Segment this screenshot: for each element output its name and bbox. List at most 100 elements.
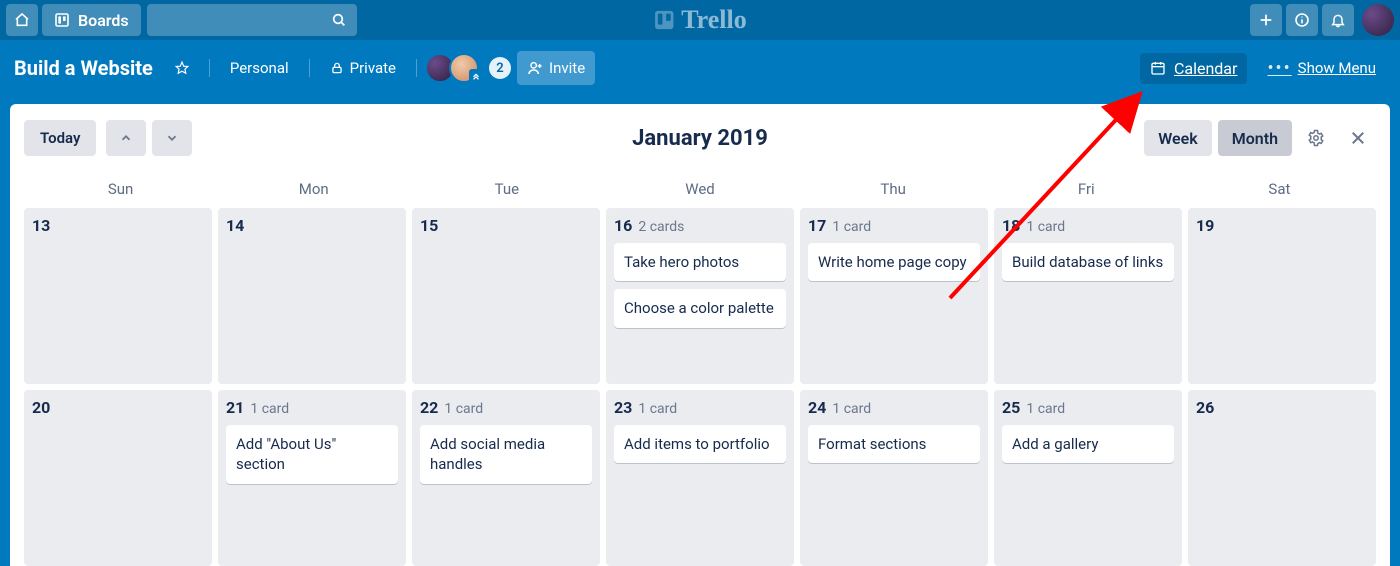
calendar-grid: 13 14 15 16 2 cards Take hero photos Choose a …: [24, 208, 1376, 566]
day-number: 17: [808, 216, 826, 235]
day-number: 25: [1002, 398, 1020, 417]
calendar-powerup-button[interactable]: Calendar: [1140, 53, 1247, 84]
day-number: 23: [614, 398, 632, 417]
boards-button[interactable]: Boards: [42, 4, 141, 36]
day-number: 16: [614, 216, 632, 235]
calendar-panel: Today January 2019 Week Month SunMonTueW…: [10, 104, 1390, 566]
day-card-count: 1 card: [832, 219, 871, 235]
calendar-day-cell[interactable]: 20: [24, 390, 212, 566]
add-member-icon: [527, 60, 543, 76]
home-icon: [14, 12, 30, 28]
day-number: 26: [1196, 398, 1214, 417]
board-header: Build a Website Personal Private 2 Invit…: [0, 40, 1400, 96]
month-title: January 2019: [632, 126, 768, 151]
global-header: Boards Trello: [0, 0, 1400, 40]
calendar-day-cell[interactable]: 19: [1188, 208, 1376, 384]
calendar-card[interactable]: Choose a color palette: [614, 289, 786, 327]
member-badge-icon: [469, 69, 483, 83]
day-card-count: 1 card: [638, 401, 677, 417]
search-icon: [331, 12, 347, 28]
calendar-card[interactable]: Add "About Us" section: [226, 425, 398, 484]
trello-logo-text: Trello: [681, 5, 746, 35]
close-icon: [1349, 129, 1367, 147]
star-button[interactable]: [165, 51, 199, 85]
calendar-icon: [1150, 60, 1166, 76]
day-number: 19: [1196, 216, 1214, 235]
weekday-header-row: SunMonTueWedThuFriSat: [24, 172, 1376, 208]
day-number: 20: [32, 398, 50, 417]
home-button[interactable]: [6, 4, 38, 36]
calendar-toolbar: Today January 2019 Week Month: [24, 118, 1376, 158]
show-menu-button[interactable]: ••• Show Menu: [1257, 51, 1386, 85]
calendar-day-cell[interactable]: 24 1 card Format sections: [800, 390, 988, 566]
weekday-header: Fri: [990, 172, 1183, 208]
today-button[interactable]: Today: [24, 120, 96, 156]
settings-button[interactable]: [1298, 120, 1334, 156]
lock-icon: [330, 61, 344, 75]
invite-label: Invite: [549, 59, 585, 77]
board-members[interactable]: 2: [431, 53, 511, 83]
create-button[interactable]: [1250, 4, 1282, 36]
trello-logo-icon: [653, 9, 675, 31]
day-card-count: 2 cards: [638, 219, 684, 235]
day-number: 21: [226, 398, 244, 417]
day-number: 14: [226, 216, 244, 235]
calendar-day-cell[interactable]: 25 1 card Add a gallery: [994, 390, 1182, 566]
board-title[interactable]: Build a Website: [14, 56, 153, 80]
user-avatar[interactable]: [1362, 4, 1394, 36]
bell-icon: [1330, 12, 1346, 28]
prev-button[interactable]: [106, 120, 146, 156]
calendar-day-cell[interactable]: 23 1 card Add items to portfolio: [606, 390, 794, 566]
calendar-day-cell[interactable]: 26: [1188, 390, 1376, 566]
team-visibility[interactable]: Personal: [220, 51, 299, 85]
weekday-header: Mon: [217, 172, 410, 208]
info-icon: [1294, 12, 1310, 28]
day-number: 15: [420, 216, 438, 235]
privacy-visibility[interactable]: Private: [320, 51, 406, 85]
weekday-header: Sat: [1183, 172, 1376, 208]
calendar-card[interactable]: Write home page copy: [808, 243, 980, 281]
day-card-count: 1 card: [1026, 219, 1065, 235]
day-number: 13: [32, 216, 50, 235]
chevron-down-icon: [165, 131, 179, 145]
invite-button[interactable]: Invite: [517, 51, 595, 85]
boards-icon: [54, 12, 70, 28]
calendar-day-cell[interactable]: 13: [24, 208, 212, 384]
calendar-card[interactable]: Add a gallery: [1002, 425, 1174, 463]
weekday-header: Wed: [603, 172, 796, 208]
weekday-header: Thu: [797, 172, 990, 208]
calendar-card[interactable]: Add items to portfolio: [614, 425, 786, 463]
gear-icon: [1307, 129, 1325, 147]
calendar-day-cell[interactable]: 17 1 card Write home page copy: [800, 208, 988, 384]
show-menu-label: Show Menu: [1298, 59, 1376, 77]
day-card-count: 1 card: [1026, 401, 1065, 417]
close-button[interactable]: [1340, 120, 1376, 156]
calendar-card[interactable]: Take hero photos: [614, 243, 786, 281]
info-button[interactable]: [1286, 4, 1318, 36]
calendar-day-cell[interactable]: 181 cardBuild database of links: [994, 208, 1182, 384]
trello-logo[interactable]: Trello: [653, 5, 746, 35]
next-button[interactable]: [152, 120, 192, 156]
day-card-count: 1 card: [832, 401, 871, 417]
day-number: 22: [420, 398, 438, 417]
view-week-button[interactable]: Week: [1144, 120, 1211, 156]
day-card-count: 1 card: [444, 401, 483, 417]
view-month-button[interactable]: Month: [1218, 120, 1292, 156]
calendar-day-cell[interactable]: 15: [412, 208, 600, 384]
calendar-day-cell[interactable]: 21 1 card Add "About Us" section: [218, 390, 406, 566]
ellipsis-icon: •••: [1267, 58, 1291, 79]
notifications-button[interactable]: [1322, 4, 1354, 36]
calendar-day-cell[interactable]: 16 2 cards Take hero photos Choose a color …: [606, 208, 794, 384]
calendar-card[interactable]: Add social media handles: [420, 425, 592, 484]
calendar-day-cell[interactable]: 14: [218, 208, 406, 384]
search-input[interactable]: [147, 4, 357, 36]
calendar-card[interactable]: Build database of links: [1002, 243, 1174, 281]
star-icon: [175, 60, 189, 76]
team-label: Personal: [230, 59, 289, 77]
weekday-header: Sun: [24, 172, 217, 208]
calendar-day-cell[interactable]: 22 1 card Add social media handles: [412, 390, 600, 566]
calendar-card[interactable]: Format sections: [808, 425, 980, 463]
day-number: 24: [808, 398, 826, 417]
day-card-count: 1 card: [250, 401, 289, 417]
calendar-label: Calendar: [1174, 59, 1237, 78]
